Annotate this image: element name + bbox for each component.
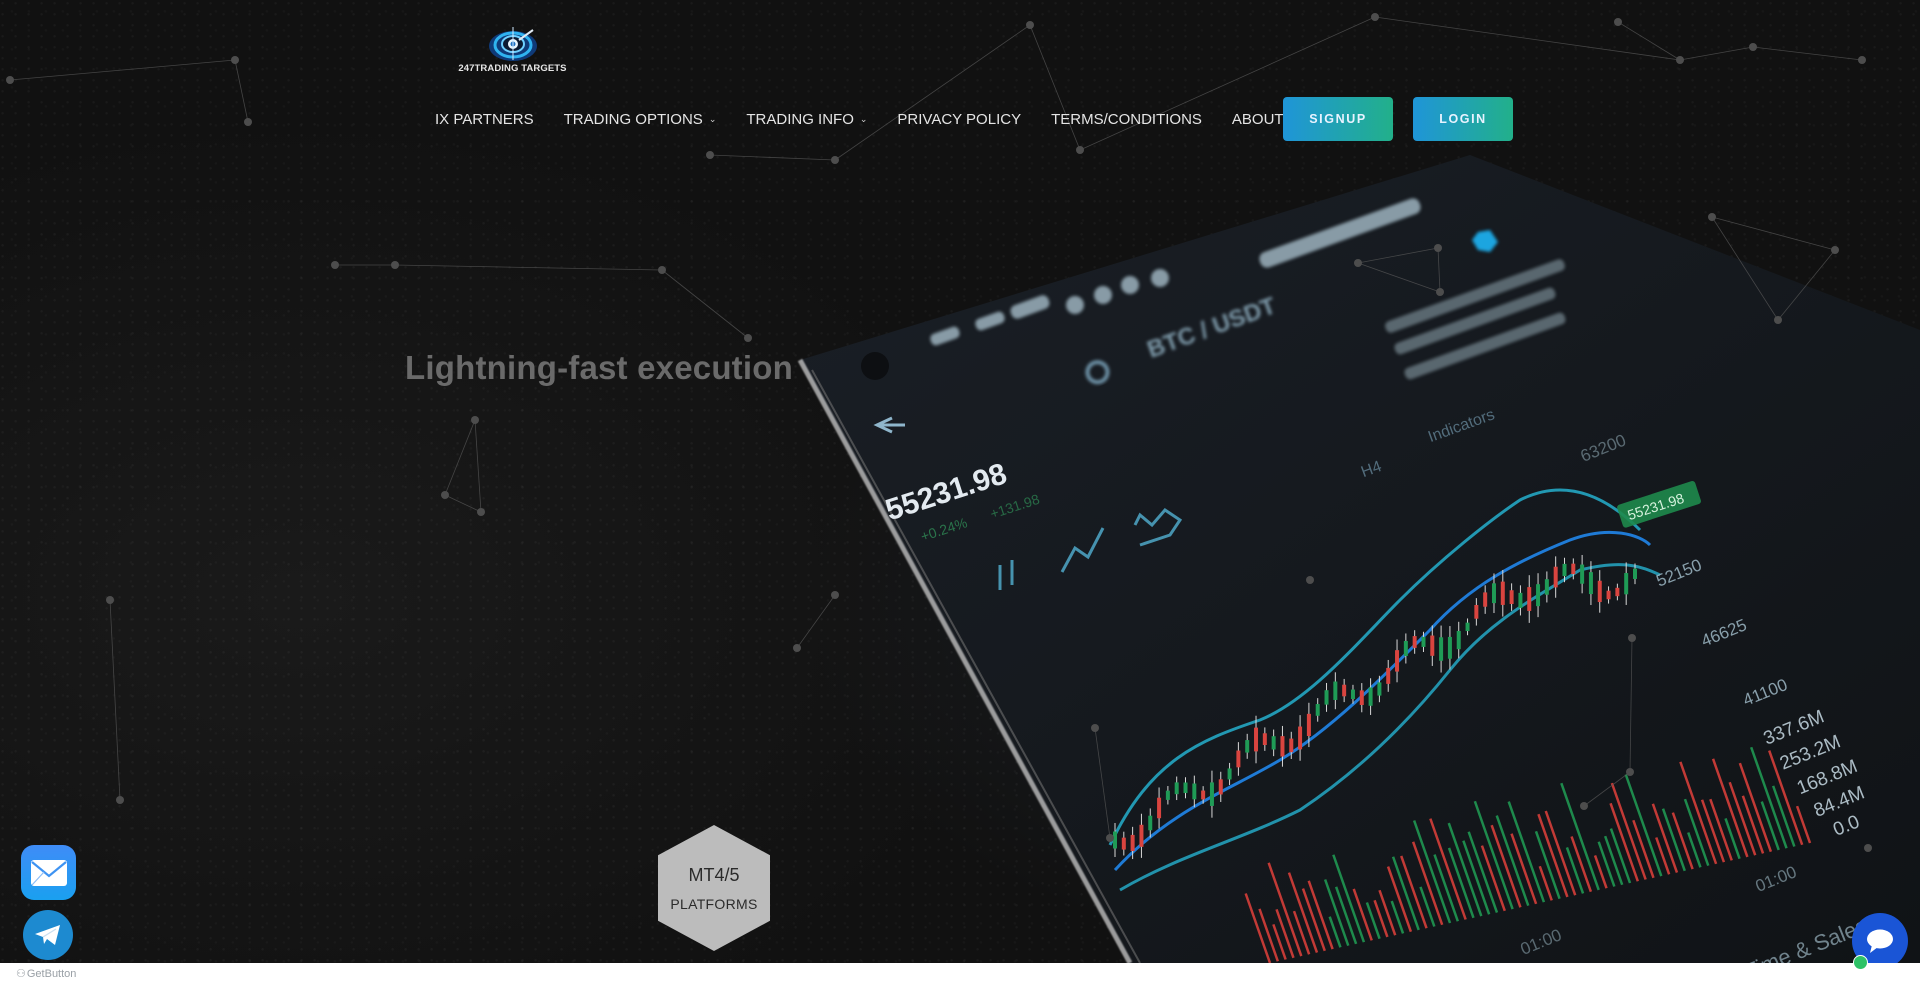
candle-body (1386, 667, 1391, 684)
candle-body (1165, 790, 1170, 800)
candle-body (1218, 779, 1223, 795)
hero-headline: Lightning-fast execution (405, 349, 793, 386)
candle-body (1271, 736, 1276, 750)
mail-icon (30, 859, 67, 886)
phone-body (797, 155, 1920, 963)
email-contact-button[interactable] (21, 845, 76, 900)
candle-body (1509, 590, 1514, 604)
candle-body (1527, 587, 1532, 611)
nav-item-ix-partners[interactable]: IX PARTNERS (435, 111, 534, 128)
logo-text: 247TRADING TARGETS (458, 63, 567, 74)
candle-body (1280, 736, 1285, 757)
telegram-contact-button[interactable] (23, 910, 73, 960)
candle-body (1491, 583, 1496, 604)
candle-body (1333, 681, 1338, 700)
site-logo[interactable]: 247TRADING TARGETS (455, 24, 570, 76)
candle-body (1615, 587, 1620, 597)
candle-body (1553, 566, 1558, 588)
candle-body (1456, 630, 1461, 650)
candle-body (1412, 636, 1417, 648)
nav-item-trading-options[interactable]: TRADING OPTIONS ⌄ (564, 111, 717, 128)
candle-body (1130, 834, 1135, 851)
candle-body (1403, 640, 1408, 656)
candle-body (1306, 713, 1311, 736)
getbutton-link[interactable]: ⚇ GetButton (16, 967, 77, 981)
candle-body (1421, 636, 1426, 647)
platforms-badge-title: MT4/5 (688, 864, 740, 885)
candle-body (1606, 590, 1611, 600)
nav-item-label: IX PARTNERS (435, 110, 534, 128)
main-nav: IX PARTNERS TRADING OPTIONS ⌄ TRADING IN… (435, 104, 1338, 134)
signup-button[interactable]: SIGNUP (1283, 97, 1393, 141)
phone-background-image: BTC / USDT 55231.98 +0.24% +131.98 H4 In… (797, 155, 1920, 963)
candle-body (1624, 573, 1629, 595)
candle-body (1298, 726, 1303, 750)
candle-body (1245, 740, 1250, 753)
candle-body (1201, 790, 1206, 800)
getbutton-label: GetButton (26, 967, 77, 980)
nav-item-terms-conditions[interactable]: TERMS/CONDITIONS (1051, 111, 1202, 128)
candle-body (1465, 622, 1470, 632)
candle-body (1139, 824, 1144, 847)
candle-body (1544, 579, 1549, 595)
candle-body (1588, 572, 1593, 595)
candle-body (1359, 690, 1364, 705)
candle-body (1633, 568, 1637, 579)
candle-body (1183, 782, 1188, 794)
candle-body (1474, 604, 1479, 619)
candle-body (1113, 831, 1117, 849)
nav-item-label: PRIVACY POLICY (897, 110, 1022, 128)
candle-body (1342, 684, 1347, 697)
candle-body (1236, 750, 1241, 768)
candle-body (1157, 797, 1162, 819)
candle-body (1395, 650, 1400, 672)
candle-body (1368, 687, 1373, 706)
candle-body (1536, 584, 1541, 607)
candle-body (1377, 682, 1382, 696)
candle-body (1597, 580, 1602, 603)
candle-body (1192, 783, 1197, 800)
candle-body (1315, 704, 1320, 716)
candle-body (1500, 581, 1505, 605)
nav-item-trading-info[interactable]: TRADING INFO ⌄ (746, 111, 867, 128)
hero-section: BTC / USDT 55231.98 +0.24% +131.98 H4 In… (0, 0, 1920, 963)
candle-body (1209, 782, 1214, 806)
nav-item-label: TRADING INFO (746, 110, 854, 128)
candle-body (1439, 637, 1444, 661)
candle-body (1562, 563, 1567, 577)
chevron-down-icon: ⌄ (859, 113, 868, 124)
candle-body (1447, 636, 1452, 659)
login-button[interactable]: LOGIN (1413, 97, 1513, 141)
candle-body (1518, 592, 1523, 608)
candle-body (1350, 689, 1355, 699)
chat-bubble-icon (1867, 929, 1893, 953)
candle-body (1324, 690, 1329, 705)
candle-body (1262, 733, 1267, 746)
candle-body (1580, 564, 1585, 584)
getbutton-logo-icon: ⚇ (16, 968, 26, 980)
candle-body (1571, 563, 1576, 575)
candle-body (1174, 782, 1179, 795)
target-logo-icon (488, 27, 537, 61)
candle-body (1430, 635, 1435, 656)
nav-item-label: TERMS/CONDITIONS (1051, 110, 1202, 128)
platforms-badge-subtitle: PLATFORMS (670, 895, 758, 912)
candle-body (1254, 727, 1259, 752)
candle-body (1289, 738, 1294, 753)
candle-body (1121, 837, 1126, 850)
online-status-dot (1853, 955, 1868, 970)
telegram-icon (35, 925, 60, 945)
candle-body (1227, 768, 1232, 780)
chevron-down-icon: ⌄ (708, 113, 717, 124)
candle-body (1483, 592, 1488, 607)
nav-item-privacy-policy[interactable]: PRIVACY POLICY (897, 111, 1021, 128)
nav-item-label: TRADING OPTIONS (563, 110, 703, 128)
candle-body (1148, 815, 1153, 831)
